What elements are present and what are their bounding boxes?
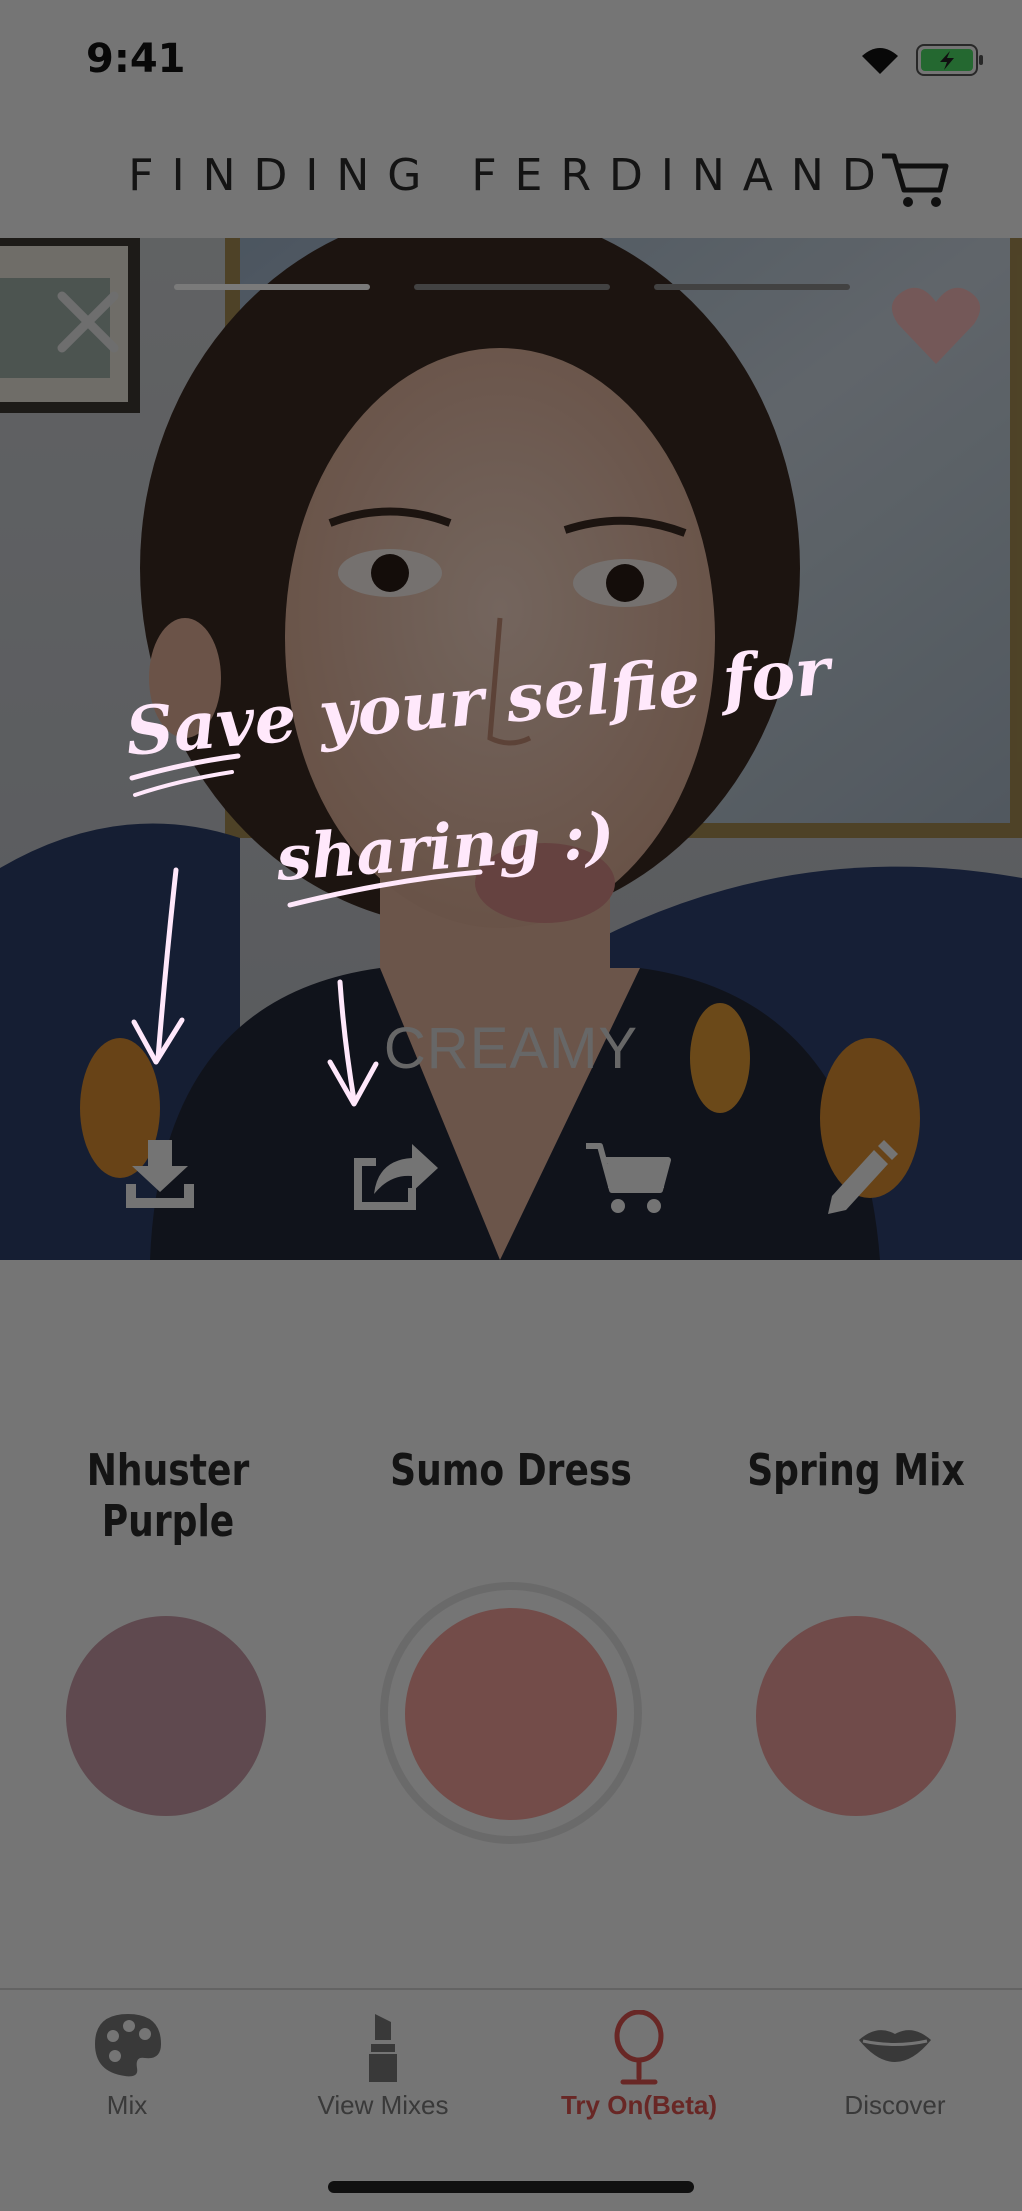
tutorial-annotation: Save your selfie for sharing :) [123,631,838,1107]
tutorial-line1: Save your selfie for [123,631,838,771]
tutorial-line2: sharing :) [273,799,617,896]
